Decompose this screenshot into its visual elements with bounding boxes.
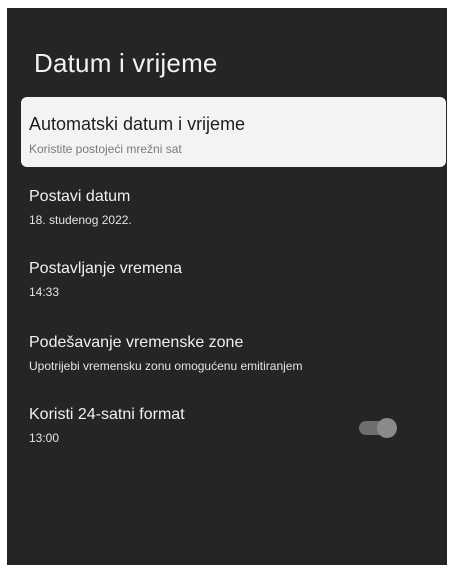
page-title: Datum i vrijeme bbox=[34, 48, 218, 78]
set-date-value: 18. studenog 2022. bbox=[29, 213, 132, 227]
set-date-title: Postavi datum bbox=[29, 188, 131, 205]
set-date-item[interactable]: Postavi datum 18. studenog 2022. bbox=[21, 188, 446, 238]
set-time-title: Postavljanje vremena bbox=[29, 260, 182, 277]
set-time-item[interactable]: Postavljanje vremena 14:33 bbox=[21, 260, 446, 310]
automatic-date-time-subtitle: Koristite postojeći mrežni sat bbox=[29, 142, 182, 156]
time-zone-item[interactable]: Podešavanje vremenske zone Upotrijebi vr… bbox=[21, 334, 446, 384]
automatic-date-time-title: Automatski datum i vrijeme bbox=[29, 114, 246, 134]
time-zone-title: Podešavanje vremenske zone bbox=[29, 334, 244, 351]
24-hour-format-item[interactable]: Koristi 24-satni format 13:00 bbox=[21, 406, 446, 456]
set-time-value: 14:33 bbox=[29, 285, 60, 299]
time-zone-value: Upotrijebi vremensku zonu omogućenu emit… bbox=[29, 359, 303, 373]
toggle-knob bbox=[377, 418, 397, 438]
settings-panel: Datum i vrijeme Automatski datum i vrije… bbox=[7, 8, 447, 565]
automatic-date-time-item[interactable]: Automatski datum i vrijeme Koristite pos… bbox=[21, 97, 446, 167]
24-hour-format-toggle[interactable] bbox=[359, 418, 397, 438]
